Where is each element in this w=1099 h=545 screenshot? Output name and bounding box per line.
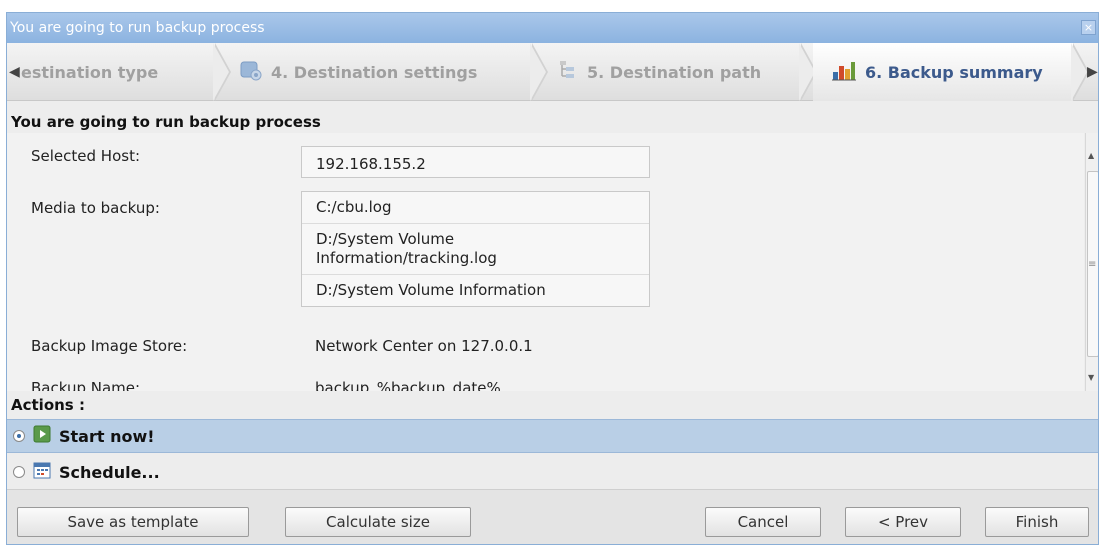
backup-wizard-window: You are going to run backup process × ◀ … <box>6 12 1099 545</box>
step-separator <box>530 43 552 101</box>
step-label: 5. Destination path <box>587 62 762 82</box>
media-to-backup-label: Media to backup: <box>31 199 160 217</box>
summary-scrollbar[interactable]: ▲ ≡ ▼ <box>1085 133 1098 391</box>
list-item: D:/System Volume Information <box>302 274 649 306</box>
step-separator <box>213 43 235 101</box>
scroll-right-icon[interactable]: ▶ <box>1087 61 1098 83</box>
selected-host-value: 192.168.155.2 <box>301 146 650 178</box>
window-titlebar[interactable]: You are going to run backup process × <box>7 13 1098 43</box>
save-as-template-button[interactable]: Save as template <box>17 507 249 537</box>
backup-image-store-label: Backup Image Store: <box>31 337 188 355</box>
backup-image-store-value: Network Center on 127.0.0.1 <box>315 337 533 355</box>
step-destination-path[interactable]: 5. Destination path <box>557 43 761 101</box>
scroll-up-icon[interactable]: ▲ <box>1088 151 1094 160</box>
window-title: You are going to run backup process <box>10 20 265 36</box>
summary-panel: Selected Host: 192.168.155.2 Media to ba… <box>7 133 1084 391</box>
step-label: 6. Backup summary <box>865 62 1043 82</box>
path-icon <box>557 59 579 85</box>
list-item: C:/cbu.log <box>316 198 392 216</box>
settings-wizard-icon <box>239 59 263 85</box>
media-list: C:/cbu.log D:/System Volume Information/… <box>301 191 650 307</box>
prev-button[interactable]: < Prev <box>845 507 961 537</box>
cancel-button[interactable]: Cancel <box>705 507 821 537</box>
radio-start-now[interactable] <box>13 430 25 442</box>
start-icon <box>33 425 51 447</box>
summary-heading: You are going to run backup process <box>11 113 321 131</box>
close-icon[interactable]: × <box>1081 20 1096 35</box>
wizard-footer: Save as template Calculate size Cancel <… <box>7 489 1098 544</box>
bar-chart-icon <box>831 58 857 86</box>
selected-host-label: Selected Host: <box>31 147 140 165</box>
step-label: estination type <box>21 62 159 82</box>
grip-icon: ≡ <box>1088 259 1097 270</box>
calendar-icon <box>33 461 51 483</box>
scroll-down-icon[interactable]: ▼ <box>1088 373 1094 382</box>
step-backup-summary[interactable]: 6. Backup summary <box>831 43 1043 101</box>
list-item: D:/System Volume Information/tracking.lo… <box>302 223 649 274</box>
calculate-size-button[interactable]: Calculate size <box>285 507 471 537</box>
backup-name-value: backup_%backup_date% <box>315 379 501 391</box>
step-destination-settings[interactable]: 4. Destination settings <box>239 43 477 101</box>
step-destination-type[interactable]: estination type <box>21 43 158 101</box>
scroll-left-icon[interactable]: ◀ <box>9 61 20 83</box>
action-label: Schedule... <box>59 462 160 482</box>
action-start-now[interactable]: Start now! <box>7 419 1098 453</box>
action-label: Start now! <box>59 426 155 446</box>
finish-button[interactable]: Finish <box>985 507 1089 537</box>
backup-name-label: Backup Name: <box>31 379 141 391</box>
wizard-step-bar: ◀ estination type 4. Destination setting… <box>7 43 1098 101</box>
radio-schedule[interactable] <box>13 466 25 478</box>
actions-label: Actions : <box>11 396 85 414</box>
step-label: 4. Destination settings <box>271 62 478 82</box>
action-schedule[interactable]: Schedule... <box>7 455 1098 489</box>
